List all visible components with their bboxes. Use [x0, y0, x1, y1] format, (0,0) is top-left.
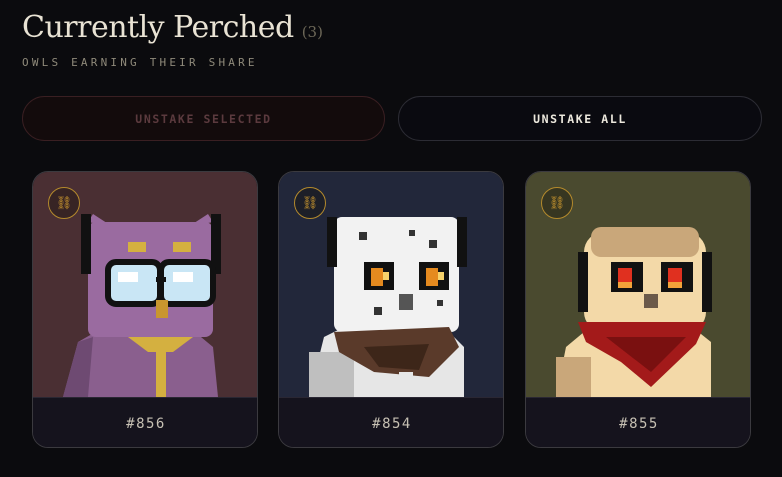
owl-image-855: ⛓ [526, 172, 750, 397]
chain-link-icon: ⛓ [48, 187, 80, 219]
header: Currently Perched (3) [22, 10, 323, 45]
owl-image-854: ⛓ [279, 172, 503, 397]
card-footer: #855 [526, 397, 750, 447]
unstake-selected-button[interactable]: UNSTAKE SELECTED [22, 96, 385, 141]
owl-id-label: #854 [372, 415, 412, 432]
owl-card-856[interactable]: ⛓ #856 [32, 171, 258, 448]
chain-link-icon: ⛓ [294, 187, 326, 219]
owl-card-854[interactable]: ⛓ #854 [278, 171, 504, 448]
card-footer: #854 [279, 397, 503, 447]
page-title: Currently Perched [22, 10, 294, 45]
owl-image-856: ⛓ [33, 172, 257, 397]
owl-id-label: #856 [126, 415, 166, 432]
owl-card-855[interactable]: ⛓ #855 [525, 171, 751, 448]
staked-owls-panel: Currently Perched (3) OWLS EARNING THEIR… [0, 0, 782, 477]
owl-count: (3) [301, 23, 323, 41]
chain-link-icon: ⛓ [541, 187, 573, 219]
unstake-all-button[interactable]: UNSTAKE ALL [398, 96, 762, 141]
card-footer: #856 [33, 397, 257, 447]
owl-id-label: #855 [619, 415, 659, 432]
page-subtitle: OWLS EARNING THEIR SHARE [22, 56, 258, 69]
